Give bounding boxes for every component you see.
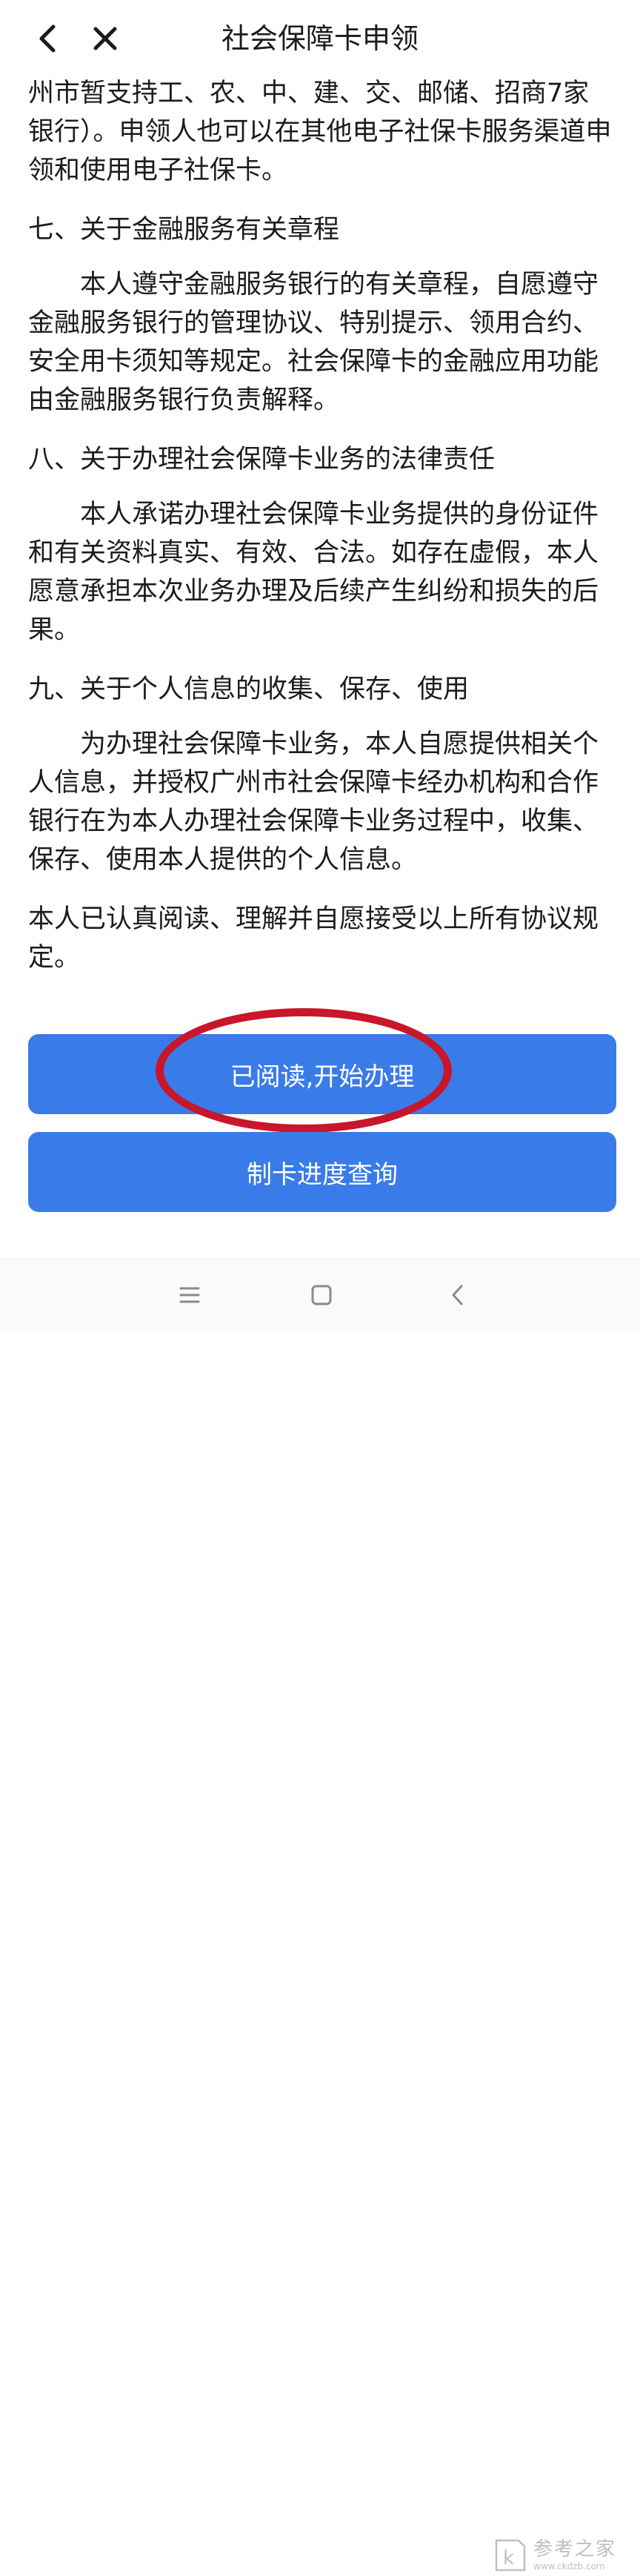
close-button[interactable] — [84, 18, 126, 59]
intro-continuation-paragraph: 州市暂支持工、农、中、建、交、邮储、招商7家银行）。申领人也可以在其他电子社保卡… — [28, 79, 612, 185]
system-navigation-bar: k 参考之家 www.ckdzb.com — [0, 1259, 640, 2572]
section-7-body: 本人遵守金融服务银行的有关章程，自愿遵守金融服务银行的管理协议、特别提示、领用合… — [28, 270, 599, 415]
watermark-name: 参考之家 — [533, 2538, 617, 2560]
agreement-text: 州市暂支持工、农、中、建、交、邮储、招商7家银行）。申领人也可以在其他电子社保卡… — [28, 74, 613, 977]
watermark-logo-icon: k — [495, 2539, 526, 2572]
section-7-heading: 七、关于金融服务有关章程 — [28, 215, 340, 245]
menu-icon — [179, 1287, 200, 1303]
back-button[interactable] — [27, 18, 68, 59]
section-9-body: 为办理社会保障卡业务，本人自愿提供相关个人信息，并授权广州市社会保障卡经办机构和… — [28, 729, 599, 875]
nav-menu-button[interactable] — [169, 1274, 210, 1316]
page-title: 社会保障卡申领 — [221, 22, 419, 55]
site-watermark: k 参考之家 www.ckdzb.com — [492, 2534, 637, 2576]
watermark-url: www.ckdzb.com — [533, 2561, 605, 2572]
section-8-heading: 八、关于办理社会保障卡业务的法律责任 — [28, 445, 496, 474]
top-bar: 社会保障卡申领 — [0, 0, 640, 74]
section-9-heading: 九、关于个人信息的收集、保存、使用 — [28, 675, 470, 704]
square-icon — [311, 1285, 332, 1305]
start-application-button[interactable]: 已阅读,开始办理 — [28, 1034, 616, 1114]
start-application-label: 已阅读,开始办理 — [230, 1062, 415, 1092]
card-progress-query-label: 制卡进度查询 — [247, 1159, 398, 1190]
chevron-left-icon — [39, 24, 56, 53]
svg-text:k: k — [503, 2547, 514, 2569]
nav-home-button[interactable] — [301, 1274, 342, 1316]
card-progress-query-button[interactable]: 制卡进度查询 — [28, 1132, 616, 1212]
close-icon — [93, 27, 117, 50]
nav-back-button[interactable] — [437, 1274, 479, 1316]
closing-statement: 本人已认真阅读、理解并自愿接受以上所有协议规定。 — [28, 904, 599, 973]
chevron-left-icon — [452, 1285, 463, 1305]
section-8-body: 本人承诺办理社会保障卡业务提供的身份证件和有关资料真实、有效、合法。如存在虚假，… — [28, 500, 599, 645]
